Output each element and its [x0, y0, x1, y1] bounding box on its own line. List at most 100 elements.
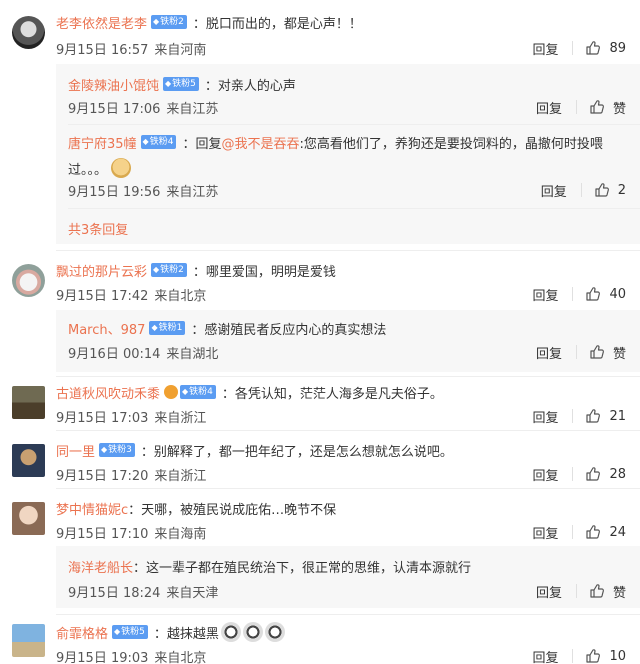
comment: 俞霏格格 铁粉5 ：越抹越黑 9月15日 19:03 来自北京 回复 10 — [0, 620, 640, 664]
like-button[interactable]: 赞 — [589, 98, 626, 117]
timestamp: 9月15日 17:10 — [56, 526, 149, 542]
divider — [572, 41, 574, 55]
username[interactable]: 飘过的那片云彩 — [56, 261, 147, 280]
comment-text: ：脱口而出的，都是心声！！ — [192, 16, 362, 32]
username[interactable]: 老李依然是老李 — [56, 13, 147, 32]
divider — [575, 584, 577, 598]
thumbs-up-icon — [585, 524, 601, 540]
like-button[interactable]: 40 — [585, 286, 626, 302]
timestamp: 9月15日 17:20 — [56, 468, 149, 484]
comment-text: ：各凭认知，茫茫人海多是凡夫俗子。 — [221, 386, 443, 402]
reply-text-continued: 过。。。 — [68, 162, 108, 178]
shocked-emoji-icon — [242, 622, 263, 642]
location: 来自江苏 — [166, 184, 219, 200]
like-button[interactable]: 赞 — [589, 343, 626, 362]
divider — [572, 649, 574, 663]
username[interactable]: 海洋老船长 — [68, 557, 133, 576]
location: 来自湖北 — [166, 346, 219, 362]
username[interactable]: March、987 — [68, 319, 145, 338]
thumbs-up-icon — [585, 466, 601, 482]
fan-badge[interactable]: 铁粉2 — [151, 15, 187, 29]
thumbs-up-icon — [589, 344, 605, 360]
like-count: 89 — [609, 40, 626, 56]
username[interactable]: 同一里 — [56, 441, 95, 460]
username[interactable]: 古道秋风吹动禾黍 — [56, 383, 160, 402]
shocked-emoji-icon — [264, 622, 285, 642]
divider — [575, 100, 577, 114]
reply-button[interactable]: 回复 — [532, 465, 558, 484]
avatar[interactable] — [12, 16, 45, 49]
location: 来自河南 — [154, 42, 207, 58]
location: 来自北京 — [154, 650, 207, 664]
like-button[interactable]: 24 — [585, 524, 626, 540]
avatar[interactable] — [12, 502, 45, 535]
reply-button[interactable]: 回复 — [532, 39, 558, 58]
fan-badge[interactable]: 铁粉5 — [163, 77, 199, 91]
divider — [572, 409, 574, 423]
fan-badge[interactable]: 铁粉4 — [180, 385, 216, 399]
thumbs-up-icon — [594, 182, 610, 198]
like-button[interactable]: 赞 — [589, 582, 626, 601]
mention-link[interactable]: @我不是吞吞 — [221, 133, 299, 152]
divider — [575, 345, 577, 359]
like-button[interactable]: 10 — [585, 648, 626, 664]
thumbs-up-icon — [585, 648, 601, 664]
avatar[interactable] — [12, 624, 45, 657]
comment: 飘过的那片云彩 铁粉2 ：哪里爱国，明明是爱钱 9月15日 17:42 来自北京… — [0, 258, 640, 308]
reply-button[interactable]: 回复 — [536, 582, 562, 601]
avatar[interactable] — [12, 264, 45, 297]
reply-button[interactable]: 回复 — [532, 285, 558, 304]
reply-button[interactable]: 回复 — [532, 647, 558, 664]
avatar[interactable] — [12, 444, 45, 477]
comment: 同一里 铁粉3 ：别解释了，都一把年纪了，还是怎么想就怎么说吧。 9月15日 1… — [0, 440, 640, 484]
like-button[interactable]: 89 — [585, 40, 626, 56]
fan-badge[interactable]: 铁粉3 — [99, 443, 135, 457]
like-label: 赞 — [612, 346, 626, 362]
comment-text: ：哪里爱国，明明是爱钱 — [192, 264, 336, 280]
like-button[interactable]: 2 — [594, 182, 626, 198]
fan-badge[interactable]: 铁粉5 — [112, 625, 148, 639]
reply-box: 海洋老船长 ：这一辈子都在殖民统治下，很正常的思维，认清本源就行 9月15日 1… — [56, 546, 640, 608]
thumbs-up-icon — [589, 583, 605, 599]
like-button[interactable]: 28 — [585, 466, 626, 482]
location: 来自北京 — [154, 288, 207, 304]
timestamp: 9月15日 16:57 — [56, 42, 149, 58]
username[interactable]: 金陵辣油小馄饨 — [68, 75, 159, 94]
reply-text: ：这一辈子都在殖民统治下，很正常的思维，认清本源就行 — [133, 560, 472, 576]
username[interactable]: 梦中情猫妮c — [56, 499, 128, 518]
timestamp: 9月15日 17:03 — [56, 410, 149, 426]
like-label: 赞 — [612, 101, 626, 117]
divider — [572, 525, 574, 539]
avatar[interactable] — [12, 386, 45, 419]
timestamp: 9月15日 18:24 — [68, 585, 161, 601]
reply-button[interactable]: 回复 — [536, 343, 562, 362]
shocked-emoji-icon — [220, 622, 241, 642]
reply-text: ：感谢殖民者反应内心的真实想法 — [191, 322, 387, 338]
fan-badge[interactable]: 铁粉4 — [140, 135, 177, 149]
divider — [572, 287, 574, 301]
thumbs-up-icon — [589, 99, 605, 115]
fan-badge[interactable]: 铁粉1 — [149, 321, 186, 335]
comment-text: ：天哪，被殖民说成庇佑…晚节不保 — [128, 502, 337, 518]
location: 来自海南 — [154, 526, 207, 542]
username[interactable]: 俞霏格格 — [56, 623, 108, 642]
reply-button[interactable]: 回复 — [536, 98, 562, 117]
like-count: 40 — [609, 286, 626, 302]
thumbs-up-icon — [585, 286, 601, 302]
like-count: 24 — [609, 524, 626, 540]
like-button[interactable]: 21 — [585, 408, 626, 424]
comment-text: ：别解释了，都一把年纪了，还是怎么想就怎么说吧。 — [140, 444, 453, 460]
location: 来自天津 — [166, 585, 219, 601]
comment: 老李依然是老李 铁粉2 ：脱口而出的，都是心声！！ 9月15日 16:57 来自… — [0, 10, 640, 60]
reply-box: 金陵辣油小馄饨 铁粉5 ：对亲人的心声 9月15日 17:06 来自江苏 回复 … — [56, 64, 640, 244]
username[interactable]: 唐宁府35幢 — [68, 133, 137, 152]
reply-button[interactable]: 回复 — [532, 407, 558, 426]
medal-emoji-icon — [164, 385, 179, 399]
reply-button[interactable]: 回复 — [532, 523, 558, 542]
more-replies-link[interactable]: 共3条回复 — [68, 219, 128, 238]
reply-button[interactable]: 回复 — [541, 181, 567, 200]
reply-box: March、987 铁粉1 ：感谢殖民者反应内心的真实想法 9月16日 00:1… — [56, 310, 640, 372]
doge-emoji-icon — [111, 158, 132, 178]
fan-badge[interactable]: 铁粉2 — [151, 263, 187, 277]
timestamp: 9月15日 19:03 — [56, 650, 149, 664]
